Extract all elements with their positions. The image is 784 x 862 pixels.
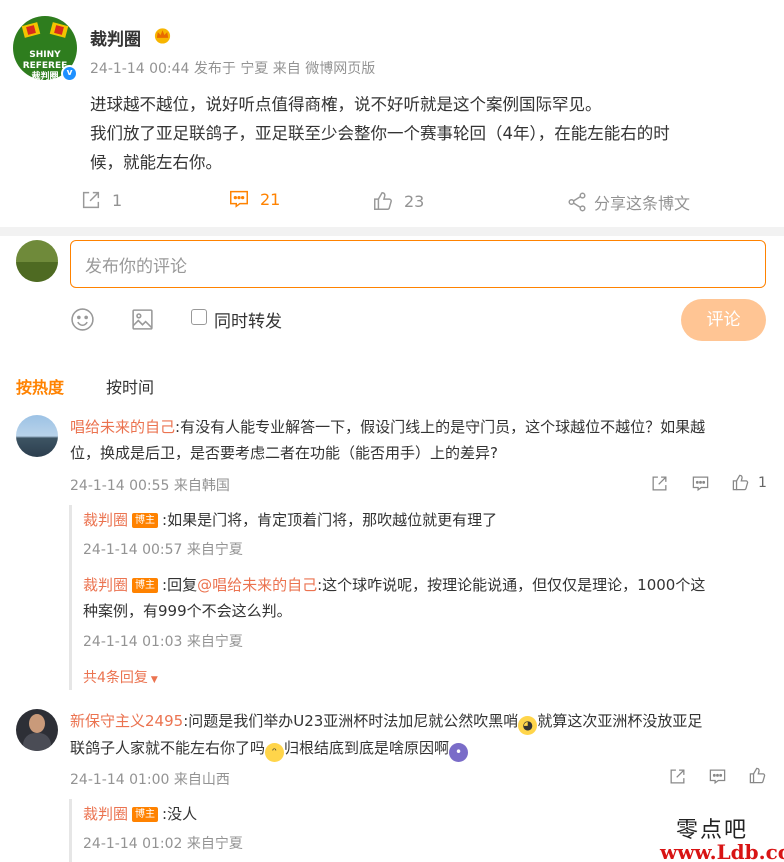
share-label: 分享这条博文 (594, 194, 691, 213)
referee-flag-icon (49, 22, 69, 38)
commenter-name[interactable]: 新保守主义2495 (70, 712, 183, 730)
reply-item: 裁判圈 博主:回复@唱给未来的自己:这个球咋说呢，按理论能说通，但仅仅是理论，10… (83, 572, 773, 624)
post-meta: 24-1-14 00:44 发布于 宁夏 来自 微博网页版 (90, 58, 375, 78)
post-location: 宁夏 (240, 61, 269, 77)
repost-button[interactable]: 1 (80, 189, 122, 211)
crying-emoji-icon: • (449, 743, 469, 762)
mention-link[interactable]: @唱给未来的自己 (197, 576, 317, 594)
crown-icon (154, 28, 171, 44)
comment-icon (230, 190, 248, 208)
section-divider (0, 227, 784, 236)
reply-text: :这个球咋说呢，按理论能说通，但仅仅是理论，1000个这 (317, 576, 706, 594)
share-icon (568, 192, 586, 212)
reply-thread-bar (69, 505, 72, 690)
comment-text: 唱给未来的自己:有没有人能专业解答一下，假设门线上的是守门员，这个球越位不越位？… (70, 414, 770, 466)
referee-flag-icon (21, 22, 41, 38)
commenter-name[interactable]: 唱给未来的自己 (70, 418, 175, 436)
emoji-icon[interactable] (70, 307, 95, 332)
comment-like-count: 1 (758, 475, 767, 491)
tab-sort-hot[interactable]: 按热度 (16, 374, 64, 398)
like-count: 23 (404, 191, 425, 211)
comment-meta: 24-1-14 00:55 来自韩国 (70, 478, 230, 494)
repost-count: 1 (112, 190, 123, 210)
repost-icon[interactable] (650, 474, 669, 493)
also-repost-checkbox[interactable] (191, 309, 207, 325)
commenter-avatar[interactable] (16, 709, 58, 751)
post-text-line: 进球越不越位，说好听点值得商榷，说不好听就是这个案例国际罕见。 (90, 95, 602, 114)
share-button[interactable]: 分享这条博文 (566, 190, 690, 214)
post-time[interactable]: 24-1-14 00:44 (90, 61, 189, 77)
current-user-avatar[interactable] (16, 240, 58, 282)
repost-icon[interactable] (668, 767, 687, 786)
comment-count: 21 (260, 189, 281, 209)
comment-text-line: 联鸽子人家就不能左右你了吗 (70, 739, 266, 757)
comment-text-line: :问题是我们举办U23亚洲杯时法加尼就公然吹黑哨 (183, 712, 519, 730)
comment-meta: 24-1-14 01:00 来自山西 (70, 772, 230, 788)
comment-button[interactable]: 21 (228, 188, 280, 210)
verified-badge-icon: v (61, 65, 78, 82)
reply-text: :没人 (162, 805, 198, 823)
post-text-line: 候，就能左右你。 (90, 153, 222, 172)
reply-thread-bar (69, 799, 72, 862)
repost-icon (82, 191, 100, 209)
thumbs-up-icon[interactable] (748, 766, 767, 785)
reply-meta: 24-1-14 01:02 来自宁夏 (83, 836, 243, 852)
comment-text-line: 位，换成是后卫，是否要考虑二者在功能（能否用手）上的差异? (70, 444, 498, 462)
reply-text: :如果是门将，肯定顶着门将，那吹越位就更有理了 (162, 511, 498, 529)
reply-item: 裁判圈 博主:如果是门将，肯定顶着门将，那吹越位就更有理了 (83, 507, 497, 533)
comment-text-line: 归根结底到底是啥原因啊 (284, 739, 450, 757)
comment-input[interactable]: 发布你的评论 (70, 240, 766, 288)
reply-author[interactable]: 裁判圈 (83, 805, 128, 823)
comment-text-line: :有没有人能专业解答一下，假设门线上的是守门员，这个球越位不越位？如果越 (175, 418, 706, 436)
more-replies-label: 共4条回复 (83, 670, 148, 686)
post-source[interactable]: 微博网页版 (305, 61, 375, 77)
thumbs-up-icon (374, 192, 392, 210)
source-label: 来自 (272, 61, 301, 77)
reply-icon[interactable] (708, 767, 727, 786)
post-body: 进球越不越位，说好听点值得商榷，说不好听就是这个案例国际罕见。 我们放了亚足联鸽… (90, 90, 770, 177)
also-repost-label[interactable]: 同时转发 (214, 307, 282, 332)
reply-meta: 24-1-14 00:57 来自宁夏 (83, 542, 243, 558)
tab-sort-time[interactable]: 按时间 (106, 374, 154, 398)
reply-text: 种案例，有999个不会这么判。 (83, 602, 292, 620)
more-replies-link[interactable]: 共4条回复 ▼ (83, 667, 158, 687)
submit-comment-button[interactable]: 评论 (681, 299, 766, 341)
thumbs-up-icon[interactable] (731, 473, 750, 492)
reply-author[interactable]: 裁判圈 (83, 576, 128, 594)
reply-item: 裁判圈 博主:没人 (83, 801, 197, 827)
blogger-badge: 博主 (132, 807, 159, 822)
commenter-avatar[interactable] (16, 415, 58, 457)
caret-down-icon: ▼ (150, 675, 158, 685)
image-upload-icon[interactable] (130, 307, 155, 332)
like-button[interactable]: 23 (372, 190, 424, 212)
doge-emoji-icon: ◕ (518, 716, 538, 735)
reply-icon[interactable] (691, 474, 710, 493)
post-author-name[interactable]: 裁判圈 (90, 25, 141, 50)
comment-text: 新保守主义2495:问题是我们举办U23亚洲杯时法加尼就公然吹黑哨 ◕ 就算这次亚洲… (70, 708, 770, 762)
reply-author[interactable]: 裁判圈 (83, 511, 128, 529)
watermark-url: www.Ldb.cc (660, 840, 784, 862)
blogger-badge: 博主 (132, 578, 159, 593)
blogger-badge: 博主 (132, 513, 159, 528)
reply-prefix: :回复 (162, 576, 198, 594)
grin-emoji-icon: ᵔ (265, 743, 285, 762)
post-text-line: 我们放了亚足联鸽子，亚足联至少会整你一个赛事轮回（4年），在能左能右的时 (90, 124, 670, 143)
comment-text-line: 就算这次亚洲杯没放亚足 (537, 712, 703, 730)
reply-meta: 24-1-14 01:03 来自宁夏 (83, 634, 243, 650)
published-label: 发布于 (193, 61, 236, 77)
